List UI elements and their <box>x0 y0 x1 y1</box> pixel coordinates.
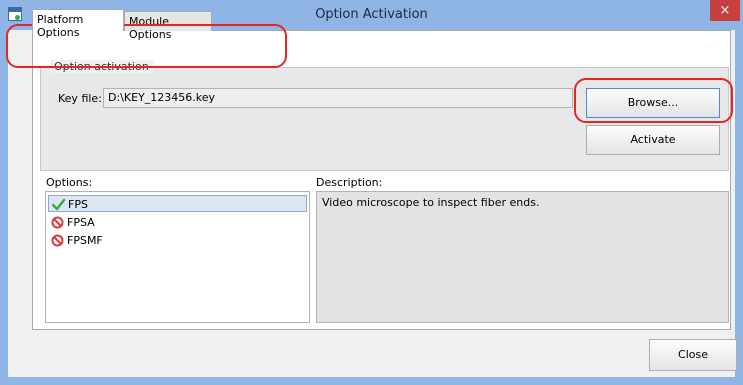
list-item-fpsa[interactable]: FPSA <box>48 214 307 231</box>
option-activation-legend: Option activation <box>50 60 153 73</box>
options-list[interactable]: FPS FPSA FPSMF <box>45 191 310 323</box>
key-file-label: Key file: <box>58 92 102 105</box>
prohibited-icon <box>51 234 64 247</box>
key-file-field[interactable]: D:\KEY_123456.key <box>103 88 573 108</box>
list-item-label: FPS <box>68 198 88 211</box>
description-label: Description: <box>316 176 383 189</box>
options-label: Options: <box>46 176 93 189</box>
browse-button[interactable]: Browse... <box>586 88 720 118</box>
list-item-label: FPSA <box>67 216 95 229</box>
list-item-fps[interactable]: FPS <box>48 195 307 212</box>
tab-platform-options[interactable]: Platform Options <box>32 9 124 39</box>
window-close-button[interactable]: × <box>710 0 740 21</box>
list-item-label: FPSMF <box>67 234 103 247</box>
description-box: Video microscope to inspect fiber ends. <box>316 191 729 323</box>
check-icon <box>52 198 65 211</box>
option-activation-window: Option Activation × Platform Options Mod… <box>0 0 743 385</box>
close-button[interactable]: Close <box>649 339 737 371</box>
option-activation-group <box>40 67 729 171</box>
activate-button[interactable]: Activate <box>586 125 720 155</box>
tab-module-options[interactable]: Module Options <box>124 11 212 41</box>
list-item-fpsmf[interactable]: FPSMF <box>48 232 307 249</box>
prohibited-icon <box>51 216 64 229</box>
